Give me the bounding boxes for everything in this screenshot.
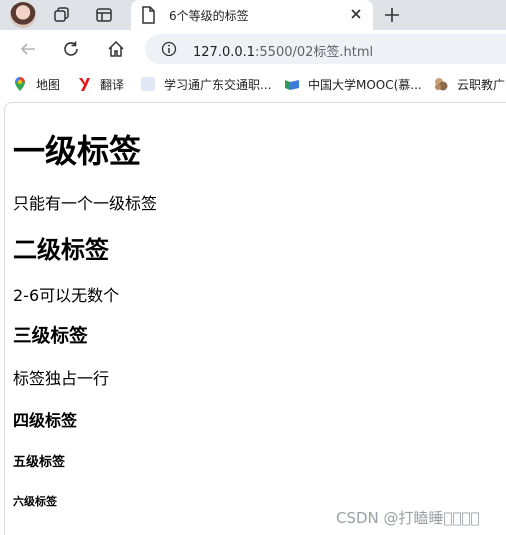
bookmark-label: 翻译 — [100, 77, 125, 92]
site-info-icon[interactable] — [161, 41, 177, 61]
bookmark-label: 学习通广东交通职... — [164, 77, 272, 92]
tab-strip: 6个等级的标签 — [0, 0, 506, 30]
paragraph-3: 标签独占一行 — [13, 369, 110, 388]
tab-actions-icon[interactable] — [93, 4, 115, 26]
cloud-edu-icon — [433, 76, 449, 92]
page-icon — [140, 76, 156, 92]
bookmark-translate[interactable]: 翻译 — [76, 76, 124, 92]
bookmark-label: 地图 — [36, 77, 61, 92]
close-tab-icon[interactable] — [347, 5, 365, 23]
heading-level-3: 三级标签 — [13, 326, 88, 347]
bookmark-label: 云职教广 — [457, 77, 506, 92]
address-bar[interactable]: 127.0.0.1:5500/02标签.html — [145, 34, 506, 64]
maps-icon — [12, 76, 28, 92]
heading-level-6: 六级标签 — [13, 495, 57, 508]
url-path: :5500/02标签.html — [255, 45, 374, 60]
csdn-watermark: CSDN @打瞌睡     — [336, 509, 480, 527]
reload-button[interactable] — [59, 37, 83, 61]
page-viewport: 一级标签 只能有一个一级标签 二级标签 2-6可以无数个 三级标签 标签独占一行… — [4, 102, 506, 535]
bookmark-label: 中国大学MOOC(慕... — [308, 77, 422, 92]
bookmark-xuexitong[interactable]: 学习通广东交通职... — [140, 76, 271, 92]
workspaces-icon[interactable] — [51, 4, 73, 26]
heading-level-4: 四级标签 — [13, 411, 78, 430]
document-icon — [141, 6, 155, 28]
translate-icon — [76, 76, 92, 92]
bookmark-cloud-edu[interactable]: 云职教广 — [433, 76, 505, 92]
profile-avatar[interactable] — [10, 2, 36, 28]
bookmark-maps[interactable]: 地图 — [12, 76, 60, 92]
toolbar: 127.0.0.1:5500/02标签.html — [0, 30, 506, 68]
home-button[interactable] — [104, 37, 128, 61]
bookmark-mooc[interactable]: 中国大学MOOC(慕... — [284, 76, 422, 92]
paragraph-1: 只能有一个一级标签 — [13, 194, 158, 213]
tab-title: 6个等级的标签 — [169, 9, 249, 23]
heading-level-5: 五级标签 — [13, 455, 66, 470]
url-host: 127.0.0.1 — [193, 45, 256, 60]
active-tab[interactable]: 6个等级的标签 — [131, 0, 373, 30]
back-button[interactable] — [16, 37, 40, 61]
url-text: 127.0.0.1:5500/02标签.html — [193, 41, 373, 60]
bookmarks-bar: 地图 翻译 学习通广东交通职... 中国大学MOOC(慕... 云职教广 — [0, 68, 506, 100]
heading-level-1: 一级标签 — [13, 132, 142, 170]
heading-level-2: 二级标签 — [13, 236, 109, 264]
mooc-icon — [284, 76, 300, 92]
paragraph-2: 2-6可以无数个 — [13, 286, 120, 305]
new-tab-icon[interactable] — [381, 4, 403, 26]
